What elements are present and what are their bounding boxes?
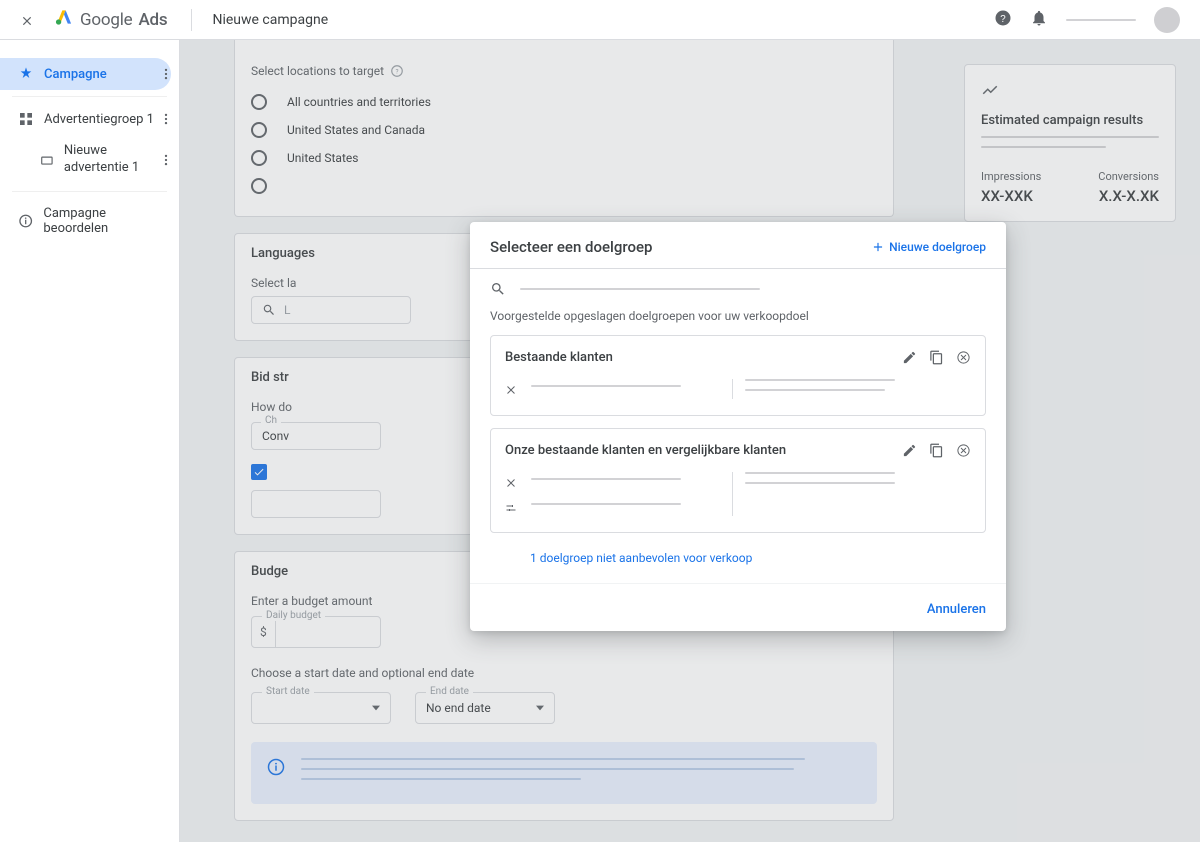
- sidebar-review-label: Campagne beoordelen: [43, 206, 169, 236]
- audience-title: Onze bestaande klanten en vergelijkbare …: [505, 443, 786, 458]
- copy-icon[interactable]: [929, 350, 944, 365]
- cross-icon: [505, 477, 517, 489]
- search-icon: [490, 281, 506, 297]
- campaign-icon: [18, 66, 34, 82]
- delete-icon[interactable]: [956, 443, 971, 458]
- more-icon[interactable]: [159, 112, 173, 126]
- cross-icon: [505, 384, 517, 396]
- sliders-icon: [505, 502, 517, 514]
- edit-icon[interactable]: [902, 350, 917, 365]
- sidebar-item-campaign[interactable]: Campagne: [0, 58, 171, 90]
- topbar: Google Ads Nieuwe campagne ?: [0, 0, 1200, 40]
- cancel-button[interactable]: Annuleren: [927, 602, 986, 617]
- sidebar-item-new-ad[interactable]: Nieuwe advertentie 1: [0, 135, 179, 185]
- ads-logo-icon: [54, 7, 74, 32]
- logo-text-google: Google: [80, 10, 132, 30]
- more-icon[interactable]: [159, 67, 173, 81]
- sidebar-new-ad-label: Nieuwe advertentie 1: [64, 143, 169, 177]
- new-audience-button[interactable]: Nieuwe doelgroep: [871, 240, 986, 254]
- edit-icon[interactable]: [902, 443, 917, 458]
- search-placeholder: [520, 288, 760, 290]
- modal-search[interactable]: [470, 268, 1006, 309]
- sidebar-campaign-label: Campagne: [44, 67, 107, 82]
- svg-text:?: ?: [1000, 13, 1006, 24]
- logo-text-ads: Ads: [138, 10, 167, 30]
- google-ads-logo[interactable]: Google Ads: [54, 7, 167, 32]
- sidebar: Campagne Advertentiegroep 1 Nieuwe adver…: [0, 40, 180, 842]
- sidebar-item-review[interactable]: Campagne beoordelen: [0, 198, 179, 244]
- sidebar-adgroup-label: Advertentiegroep 1: [44, 112, 154, 127]
- modal-suggested-label: Voorgestelde opgeslagen doelgroepen voor…: [470, 309, 1006, 335]
- sidebar-item-adgroup[interactable]: Advertentiegroep 1: [0, 103, 179, 135]
- more-icon[interactable]: [159, 153, 173, 167]
- audience-title: Bestaande klanten: [505, 350, 613, 365]
- delete-icon[interactable]: [956, 350, 971, 365]
- help-icon[interactable]: ?: [994, 9, 1012, 31]
- close-icon[interactable]: [20, 13, 34, 27]
- copy-icon[interactable]: [929, 443, 944, 458]
- notifications-icon[interactable]: [1030, 9, 1048, 31]
- plus-icon: [871, 240, 885, 254]
- info-icon: [18, 213, 33, 229]
- grid-icon: [18, 111, 34, 127]
- page-title: Nieuwe campagne: [212, 12, 328, 28]
- audience-card-0[interactable]: Bestaande klanten: [490, 335, 986, 416]
- modal-title: Selecteer een doelgroep: [490, 238, 652, 256]
- audience-card-1[interactable]: Onze bestaande klanten en vergelijkbare …: [490, 428, 986, 533]
- avatar[interactable]: [1154, 7, 1180, 33]
- account-placeholder: [1066, 19, 1136, 21]
- not-recommended-link[interactable]: 1 doelgroep niet aanbevolen voor verkoop: [470, 545, 1006, 583]
- ad-icon: [40, 152, 54, 168]
- audience-modal: Selecteer een doelgroep Nieuwe doelgroep…: [470, 222, 1006, 631]
- topbar-divider: [191, 9, 192, 31]
